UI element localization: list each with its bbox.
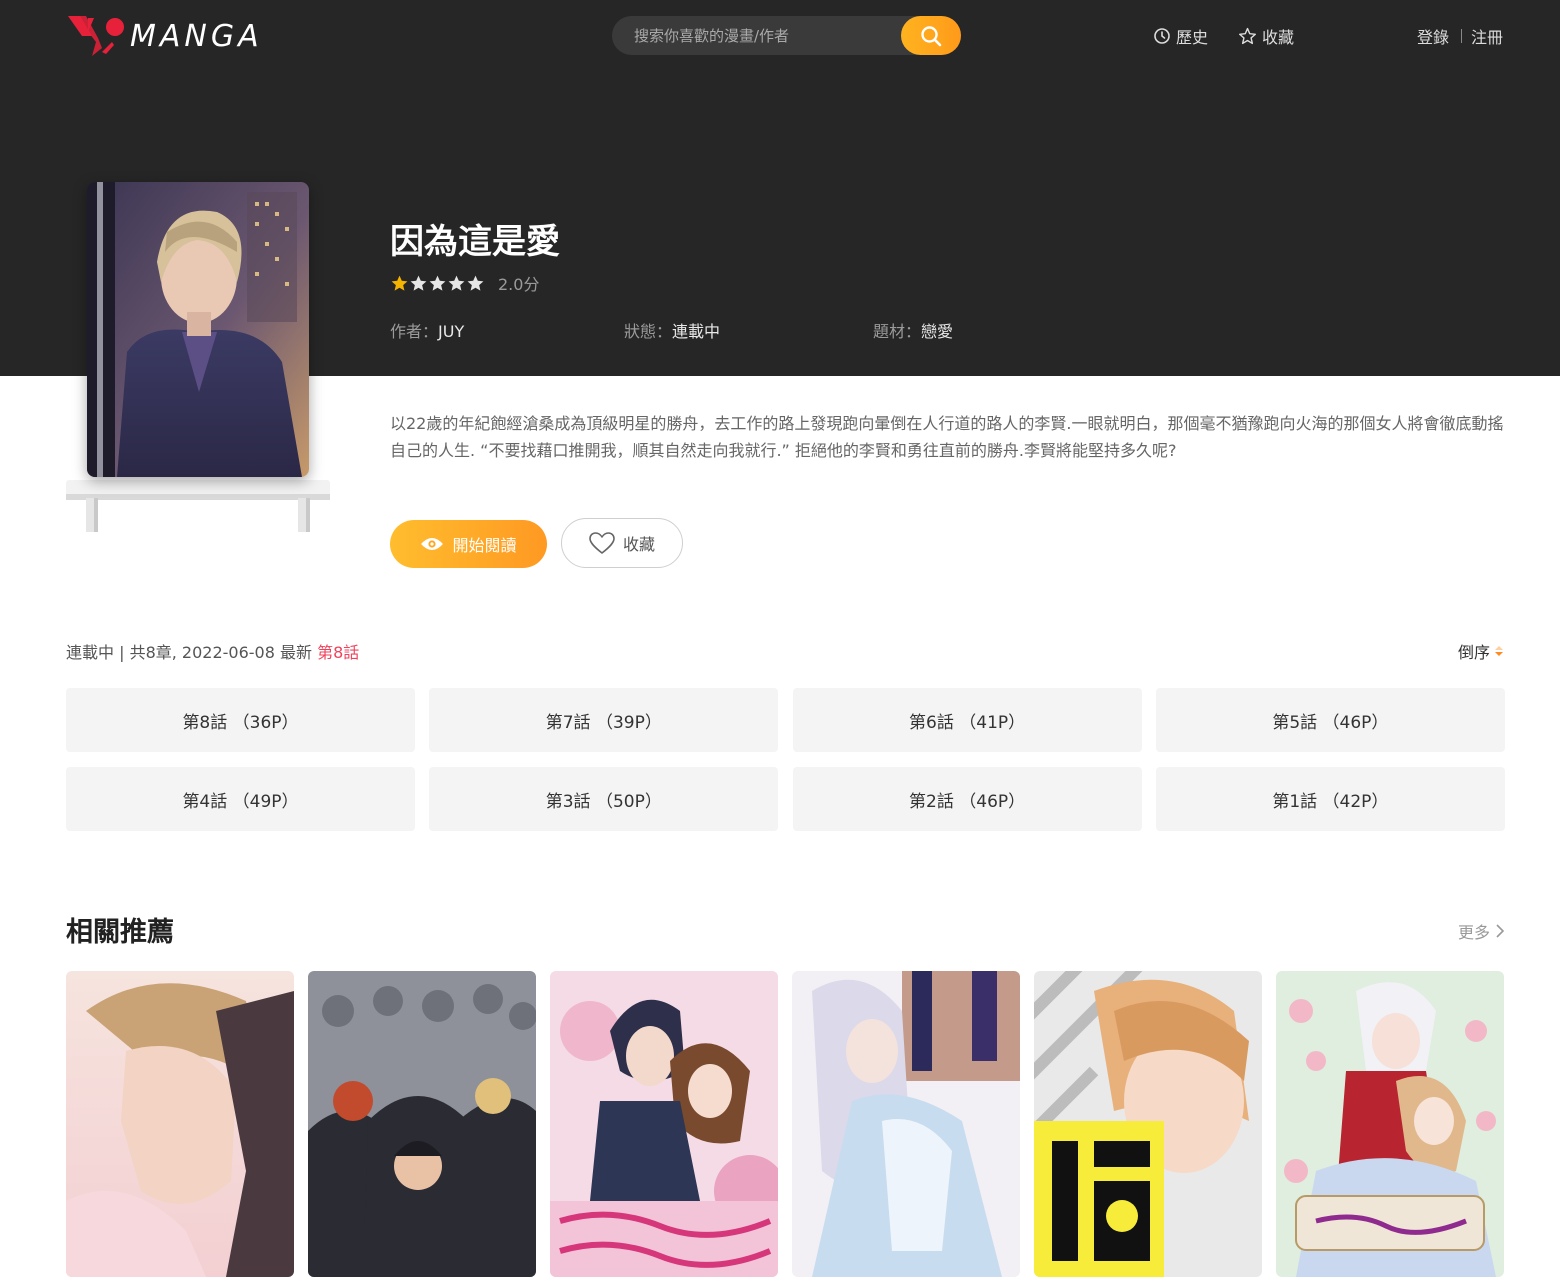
star-empty-icon [410, 275, 427, 291]
chapter-summary-text: 連載中 | 共8章, 2022-06-08 最新 [66, 643, 318, 662]
star-filled-icon [391, 275, 408, 291]
chapter-item[interactable]: 第3話 （50P） [429, 767, 779, 831]
related-comic-card[interactable] [66, 971, 294, 1277]
comic-cover[interactable] [87, 182, 309, 477]
related-comic-card[interactable] [792, 971, 1020, 1277]
chapter-item[interactable]: 第2話 （46P） [792, 767, 1142, 831]
related-list [66, 971, 1504, 1277]
chapter-summary: 連載中 | 共8章, 2022-06-08 最新 第8話 [66, 639, 359, 663]
comic-rating: 2.0分 [390, 270, 539, 296]
rating-score: 2.0分 [498, 275, 540, 294]
chevron-right-icon [1496, 924, 1504, 938]
start-reading-button[interactable]: 開始閱讀 [390, 520, 547, 568]
related-cover-image [792, 971, 1020, 1277]
related-comic-card[interactable] [1034, 971, 1262, 1277]
related-cover-image [1034, 971, 1262, 1277]
login-link[interactable]: 登錄 [1417, 24, 1449, 48]
star-outline-icon [1238, 27, 1257, 45]
author-value[interactable]: JUY [438, 322, 464, 341]
nav-favorites-label: 收藏 [1262, 28, 1295, 47]
logo-mark-icon [68, 16, 124, 56]
chapter-item[interactable]: 第4話 （49P） [66, 767, 415, 831]
comic-genre: 題材：戀愛 [873, 318, 953, 342]
chapter-item[interactable]: 第1話 （42P） [1155, 767, 1505, 831]
nav-favorites-link[interactable]: 收藏 [1238, 24, 1294, 48]
comic-status: 狀態：連載中 [624, 318, 720, 342]
latest-chapter-link[interactable]: 第8話 [317, 643, 359, 662]
more-label: 更多 [1457, 923, 1490, 942]
status-value: 連載中 [672, 322, 721, 341]
related-section-title: 相關推薦 [66, 917, 174, 948]
chapter-item[interactable]: 第7話 （39P） [429, 688, 779, 752]
site-logo[interactable]: MANGA [66, 12, 263, 60]
related-cover-image [550, 971, 778, 1277]
chapter-item[interactable]: 第5話 （46P） [1155, 688, 1505, 752]
author-label: 作者： [390, 322, 439, 341]
status-label: 狀態： [624, 322, 673, 341]
related-cover-image [66, 971, 294, 1277]
eye-icon [421, 538, 444, 550]
star-empty-icon [429, 275, 446, 291]
nav-history-label: 歷史 [1176, 28, 1209, 47]
search-bar [612, 16, 961, 55]
clock-icon [1154, 28, 1170, 44]
more-link[interactable]: 更多 [1458, 919, 1504, 943]
star-empty-icon [448, 275, 465, 291]
genre-label: 題材： [873, 322, 922, 341]
rating-stars [390, 274, 485, 293]
related-comic-card[interactable] [1276, 971, 1504, 1277]
star-empty-icon [467, 275, 484, 291]
chapter-item[interactable]: 第8話 （36P） [66, 688, 415, 752]
sort-label: 倒序 [1457, 643, 1490, 662]
favorite-label: 收藏 [622, 535, 655, 554]
search-input[interactable] [634, 16, 904, 55]
related-comic-card[interactable] [308, 971, 536, 1277]
nav-divider [1461, 29, 1462, 43]
logo-text: MANGA [130, 18, 263, 54]
search-icon [921, 25, 942, 46]
chapter-item[interactable]: 第6話 （41P） [792, 688, 1142, 752]
sort-arrows-icon [1495, 646, 1503, 656]
start-reading-label: 開始閱讀 [452, 536, 517, 555]
sort-toggle[interactable]: 倒序 [1458, 639, 1504, 663]
favorite-button[interactable]: 收藏 [561, 518, 683, 568]
search-button[interactable] [901, 16, 961, 55]
related-cover-image [308, 971, 536, 1277]
register-link[interactable]: 注冊 [1471, 24, 1503, 48]
heart-icon [589, 531, 615, 554]
comic-title: 因為這是愛 [390, 222, 560, 262]
comic-description: 以22歲的年紀飽經滄桑成為頂級明星的勝舟，去工作的路上發現跑向暈倒在人行道的路人… [390, 414, 1504, 460]
chapter-grid: 第8話 （36P） 第7話 （39P） 第6話 （41P） 第5話 （46P） 第4話 … [66, 688, 1505, 831]
related-cover-image [1276, 971, 1504, 1277]
related-comic-card[interactable] [550, 971, 778, 1277]
cover-illustration [87, 182, 309, 477]
comic-author: 作者：JUY [390, 318, 464, 342]
nav-history-link[interactable]: 歷史 [1153, 24, 1208, 48]
genre-value[interactable]: 戀愛 [921, 322, 953, 341]
